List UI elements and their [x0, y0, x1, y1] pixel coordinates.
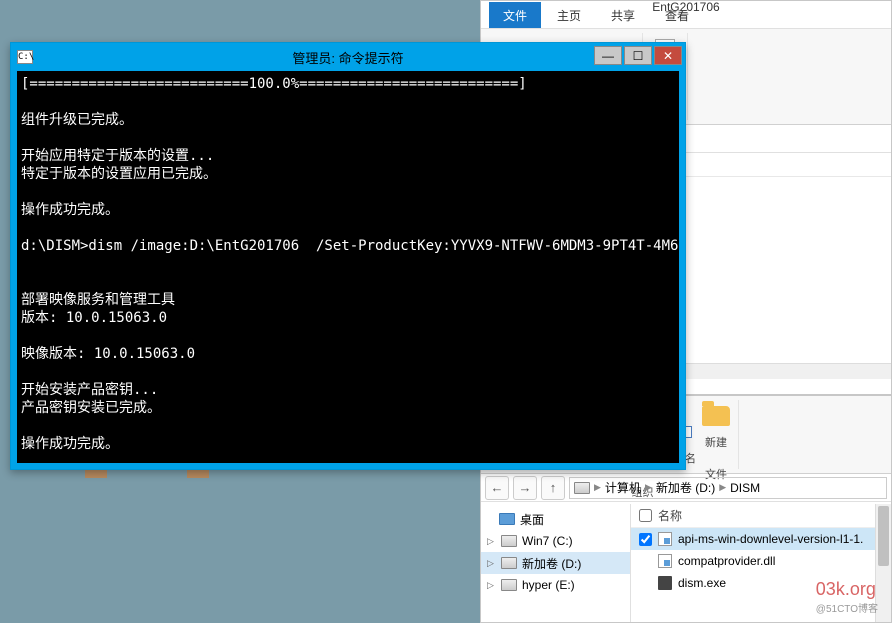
expand-icon[interactable]: ▷ [487, 536, 496, 547]
row-checkbox[interactable] [639, 533, 652, 546]
close-button[interactable]: ✕ [654, 46, 682, 65]
minimize-button[interactable]: — [594, 46, 622, 65]
drive-icon [501, 535, 517, 547]
watermark: 03k.org @51CTO博客 [816, 579, 878, 615]
cmd-window: C:\ 管理员: 命令提示符 — ☐ ✕ [==================… [10, 42, 686, 470]
terminal-output[interactable]: [==========================100.0%=======… [17, 71, 679, 463]
window-title: 管理员: 命令提示符 [11, 48, 685, 67]
titlebar[interactable]: C:\ 管理员: 命令提示符 — ☐ ✕ [11, 43, 685, 71]
list-item[interactable]: compatprovider.dll [631, 550, 891, 572]
chevron-right-icon: ▶ [719, 482, 726, 493]
tree-item-hyper[interactable]: ▷hyper (E:) [481, 574, 630, 596]
address-bar: ← → ↑ ▶ 计算机 ▶ 新加卷 (D:) ▶ DISM [481, 474, 891, 502]
window-title: EntG201706 [481, 0, 891, 14]
crumb-computer[interactable]: 计算机 [605, 479, 641, 496]
dll-icon [658, 532, 672, 546]
crumb-folder[interactable]: DISM [730, 481, 760, 495]
address-field[interactable]: ▶ 计算机 ▶ 新加卷 (D:) ▶ DISM [569, 477, 887, 499]
back-button[interactable]: ← [485, 476, 509, 500]
drive-icon [574, 482, 590, 494]
list-item[interactable]: api-ms-win-downlevel-version-l1-1. [631, 528, 891, 550]
up-button[interactable]: ↑ [541, 476, 565, 500]
folder-icon [702, 406, 730, 426]
expand-icon[interactable]: ▷ [487, 558, 496, 569]
forward-button[interactable]: → [513, 476, 537, 500]
newfolder-button[interactable]: 新建 文件 [700, 400, 732, 482]
crumb-drive[interactable]: 新加卷 (D:) [656, 479, 715, 496]
expand-icon[interactable]: ▷ [487, 580, 496, 591]
drive-icon [501, 557, 517, 569]
tree-item-desktop[interactable]: 桌面 [481, 508, 630, 530]
maximize-button[interactable]: ☐ [624, 46, 652, 65]
exe-icon [658, 576, 672, 590]
tree-item-win7[interactable]: ▷Win7 (C:) [481, 530, 630, 552]
drive-icon [501, 579, 517, 591]
dll-icon [658, 554, 672, 568]
new-label: 新建 [705, 434, 727, 450]
column-header-name[interactable]: 名称 [631, 504, 891, 528]
select-all-checkbox[interactable] [639, 509, 652, 522]
desktop-icon [499, 513, 515, 525]
scroll-thumb[interactable] [878, 506, 889, 566]
nav-tree: 桌面 ▷Win7 (C:) ▷新加卷 (D:) ▷hyper (E:) [481, 504, 631, 622]
chevron-right-icon: ▶ [594, 482, 601, 493]
chevron-right-icon: ▶ [645, 482, 652, 493]
tree-item-dvol[interactable]: ▷新加卷 (D:) [481, 552, 630, 574]
